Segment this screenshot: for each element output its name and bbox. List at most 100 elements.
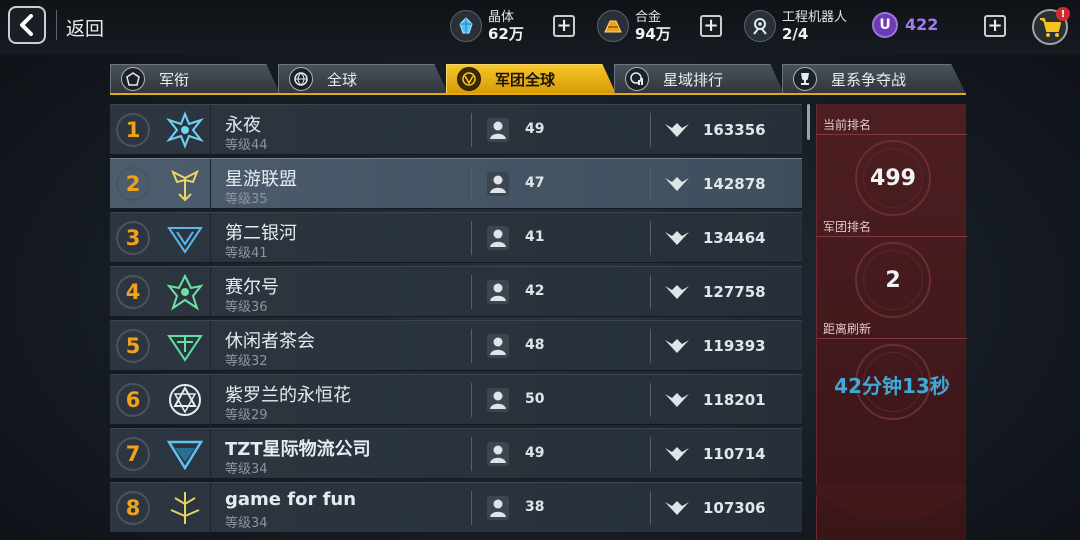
divider bbox=[817, 338, 967, 339]
globe-icon bbox=[289, 67, 313, 91]
rank-number: 7 bbox=[116, 437, 150, 471]
member-icon bbox=[487, 172, 509, 196]
legion-level: 等级29 bbox=[225, 408, 268, 423]
member-icon bbox=[487, 388, 509, 412]
list-item[interactable]: 5 休闲者茶会 等级32 48 119393 bbox=[110, 320, 802, 372]
tab-rank[interactable]: 军衔 bbox=[110, 64, 280, 94]
member-icon bbox=[487, 442, 509, 466]
chevron-left-icon bbox=[20, 14, 33, 36]
member-count: 38 bbox=[525, 499, 545, 515]
divider bbox=[471, 221, 472, 255]
crystal-icon bbox=[450, 10, 482, 42]
member-count: 41 bbox=[525, 229, 545, 245]
rank-number: 4 bbox=[116, 275, 150, 309]
rank-badge: 3 bbox=[114, 219, 154, 257]
list-item[interactable]: 1 永夜 等级44 49 163356 bbox=[110, 104, 802, 156]
notification-badge: ! bbox=[1056, 7, 1070, 21]
trophy-icon bbox=[793, 67, 817, 91]
refresh-countdown: 42分钟13秒 bbox=[834, 374, 950, 398]
add-alloy-button[interactable]: + bbox=[700, 15, 722, 37]
member-icon bbox=[487, 280, 509, 304]
divider bbox=[56, 10, 57, 40]
divider bbox=[471, 275, 472, 309]
tab-star-region[interactable]: 星域排行 bbox=[614, 64, 784, 94]
list-item-selected[interactable]: 2 星游联盟 等级35 47 142878 bbox=[110, 158, 802, 210]
back-label[interactable]: 返回 bbox=[66, 14, 104, 41]
tab-galaxy-battle[interactable]: 星系争夺战 bbox=[782, 64, 966, 94]
legion-emblem-icon bbox=[162, 485, 208, 531]
member-count: 49 bbox=[525, 445, 545, 461]
wings-icon bbox=[665, 447, 689, 461]
list-item[interactable]: 3 第二银河 等级41 41 134464 bbox=[110, 212, 802, 264]
power-value: 134464 bbox=[703, 229, 766, 247]
tab-legion-global[interactable]: 军团全球 bbox=[446, 64, 616, 94]
alloy-label: 合金 bbox=[635, 10, 662, 25]
rank-badge: 2 bbox=[114, 165, 154, 203]
divider bbox=[471, 383, 472, 417]
divider bbox=[210, 105, 211, 156]
rank-badge: 6 bbox=[114, 381, 154, 419]
add-u-currency-button[interactable]: + bbox=[984, 15, 1006, 37]
legion-rank-label: 军团排名 bbox=[823, 220, 872, 234]
rank-badge: 1 bbox=[114, 111, 154, 149]
divider bbox=[471, 491, 472, 525]
rank-number: 8 bbox=[116, 491, 150, 525]
crystal-value: 62万 bbox=[488, 25, 524, 43]
divider bbox=[210, 483, 211, 534]
member-icon bbox=[487, 334, 509, 358]
refresh-label: 距离刷新 bbox=[823, 322, 872, 336]
wings-icon bbox=[665, 285, 689, 299]
rank-badge: 8 bbox=[114, 489, 154, 527]
back-button[interactable] bbox=[8, 6, 46, 44]
rank-number: 1 bbox=[116, 113, 150, 147]
list-item[interactable]: 7 TZT星际物流公司 等级34 49 110714 bbox=[110, 428, 802, 480]
list-item[interactable]: 6 紫罗兰的永恒花 等级29 50 118201 bbox=[110, 374, 802, 426]
wings-icon bbox=[665, 177, 689, 191]
list-item[interactable]: 8 game for fun 等级34 38 107306 bbox=[110, 482, 802, 534]
robot-value: 2/4 bbox=[782, 25, 809, 43]
u-currency-icon: U bbox=[872, 12, 898, 38]
rank-badge: 5 bbox=[114, 327, 154, 365]
list-scrollbar[interactable] bbox=[807, 104, 810, 140]
divider bbox=[471, 113, 472, 147]
divider bbox=[650, 113, 651, 147]
list-item[interactable]: 4 赛尔号 等级36 42 127758 bbox=[110, 266, 802, 318]
legion-emblem-icon bbox=[162, 215, 208, 261]
power-value: 107306 bbox=[703, 499, 766, 517]
member-count: 48 bbox=[525, 337, 545, 353]
divider bbox=[210, 159, 211, 210]
shop-cart-button[interactable]: ! bbox=[1032, 7, 1070, 45]
rank-badge: 7 bbox=[114, 435, 154, 473]
top-bar: 返回 晶体 62万 + 合金 94万 + 工程机器人 2/4 U 422 + ! bbox=[0, 0, 1080, 54]
tab-global[interactable]: 全球 bbox=[278, 64, 448, 94]
current-rank-label: 当前排名 bbox=[823, 118, 872, 132]
robot-label: 工程机器人 bbox=[782, 10, 848, 25]
add-crystal-button[interactable]: + bbox=[553, 15, 575, 37]
alloy-value: 94万 bbox=[635, 25, 671, 43]
wings-icon bbox=[665, 501, 689, 515]
member-count: 47 bbox=[525, 175, 545, 191]
divider bbox=[650, 383, 651, 417]
crystal-resource: 晶体 62万 bbox=[450, 6, 524, 46]
power-value: 118201 bbox=[703, 391, 766, 409]
legion-emblem-icon bbox=[162, 161, 208, 207]
legion-level: 等级41 bbox=[225, 246, 268, 261]
legion-rank-ring: 2 bbox=[855, 242, 931, 318]
legion-emblem-icon bbox=[162, 377, 208, 423]
alloy-icon bbox=[597, 10, 629, 42]
divider bbox=[210, 429, 211, 480]
legion-level: 等级35 bbox=[225, 192, 268, 207]
divider bbox=[650, 491, 651, 525]
legion-name: game for fun bbox=[225, 489, 357, 510]
tab-star-region-label: 星域排行 bbox=[663, 70, 724, 89]
legion-ranking-list[interactable]: 1 永夜 等级44 49 163356 2 星游联盟 等级35 47 14287… bbox=[110, 104, 802, 540]
divider bbox=[650, 167, 651, 201]
tab-global-label: 全球 bbox=[327, 70, 358, 89]
robot-icon bbox=[744, 10, 776, 42]
rank-badge: 4 bbox=[114, 273, 154, 311]
power-value: 110714 bbox=[703, 445, 766, 463]
divider bbox=[650, 329, 651, 363]
rank-number: 5 bbox=[116, 329, 150, 363]
tab-galaxy-battle-label: 星系争夺战 bbox=[831, 70, 907, 89]
legion-emblem-icon bbox=[162, 107, 208, 153]
